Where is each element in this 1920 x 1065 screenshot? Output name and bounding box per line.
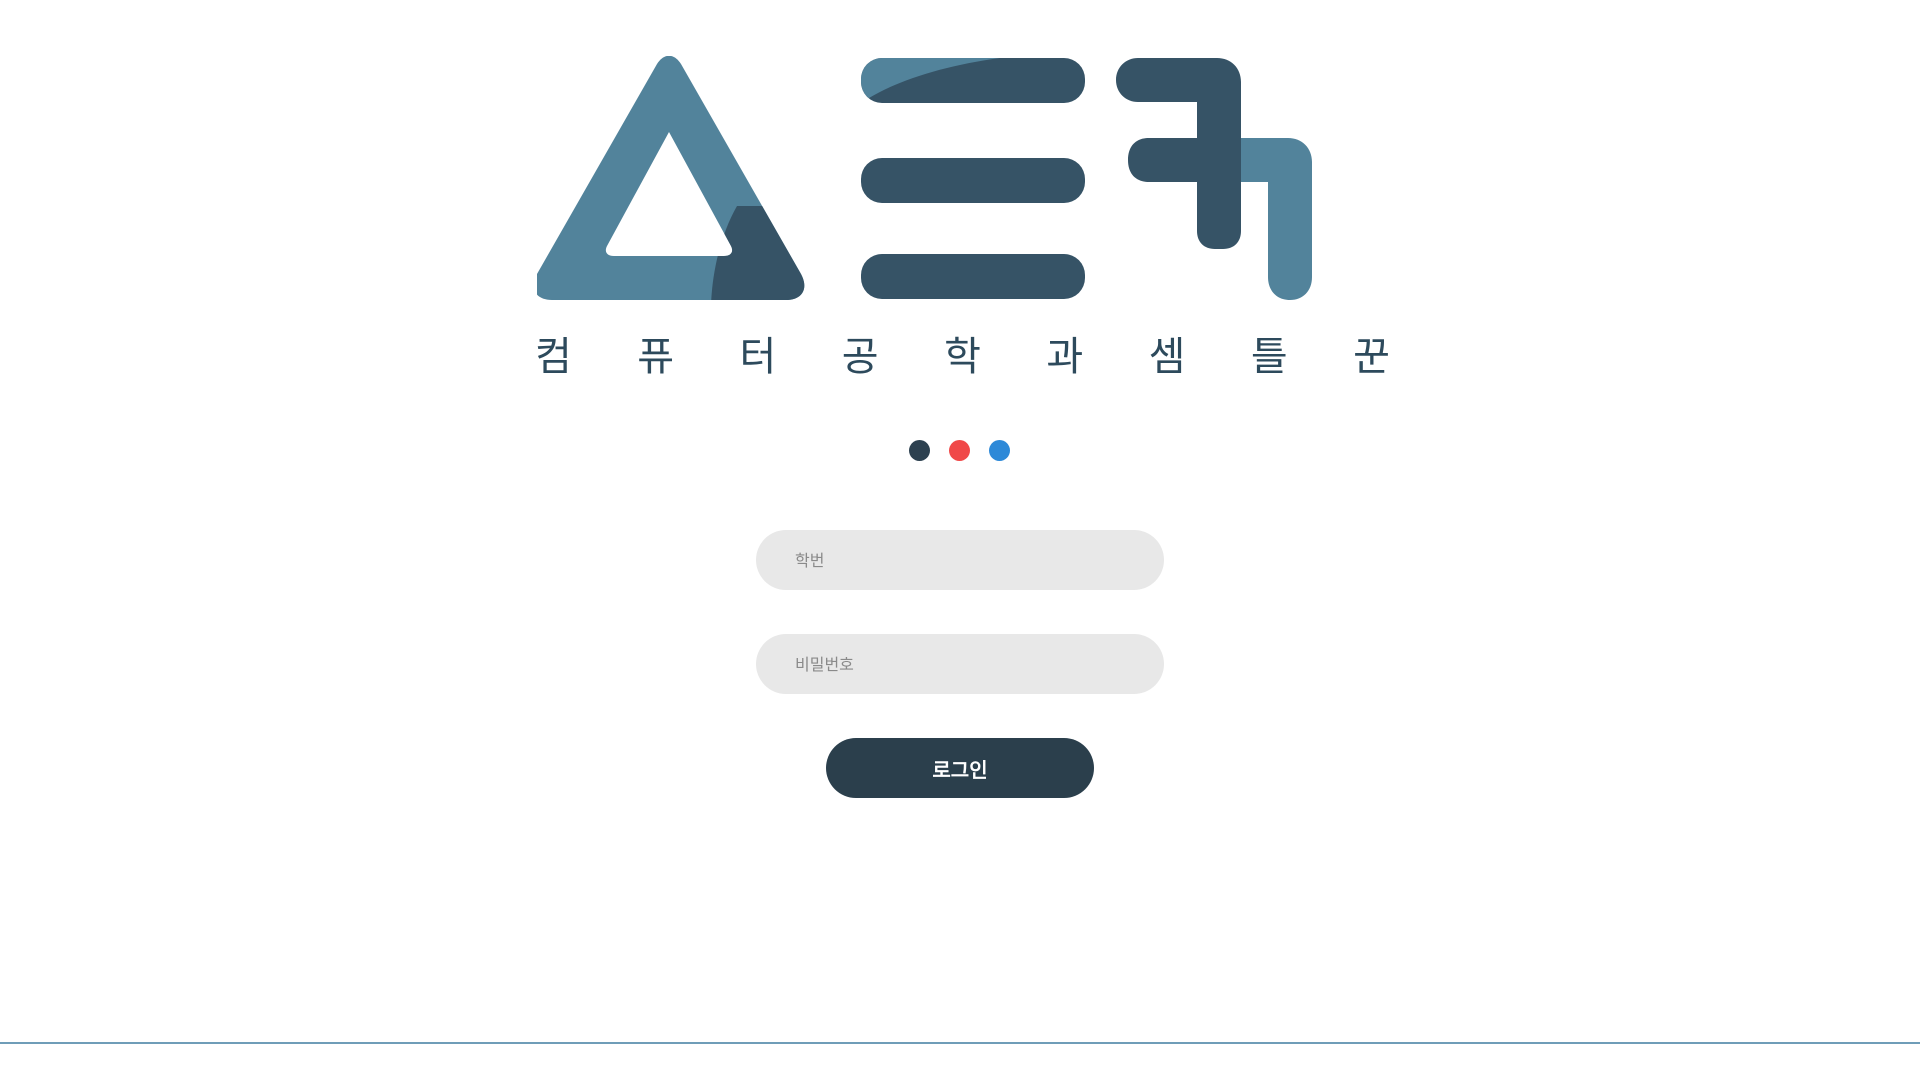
password-input[interactable] [756, 634, 1164, 694]
logo-bar-middle [861, 158, 1085, 203]
login-form [756, 530, 1164, 694]
tagline-char: 과 [1046, 334, 1084, 380]
logo-triangle-shade [711, 206, 805, 300]
tagline-char: 터 [739, 334, 777, 380]
tagline-char: 틀 [1250, 334, 1288, 380]
tagline-char: 컴 [535, 334, 572, 380]
blue-dot [989, 440, 1010, 461]
student-id-input[interactable] [756, 530, 1164, 590]
logo-bar-bottom [861, 254, 1085, 299]
tagline-char: 셈 [1148, 334, 1186, 380]
tagline-char: 꾼 [1353, 334, 1390, 380]
logo-k-shape [1116, 58, 1312, 300]
tagline: 컴 퓨 터 공 학 과 셈 틀 꾼 [535, 330, 1390, 384]
login-page: 컴 퓨 터 공 학 과 셈 틀 꾼 로그인 [0, 0, 1920, 1065]
logo-k-dark [1116, 58, 1241, 249]
bottom-divider [0, 1042, 1920, 1044]
dot-indicators [909, 440, 1010, 461]
logo-triangle [537, 56, 805, 300]
logo [537, 56, 1312, 300]
tagline-char: 학 [944, 334, 981, 380]
tagline-char: 공 [841, 334, 879, 380]
red-dot [949, 440, 970, 461]
dark-dot [909, 440, 930, 461]
tagline-char: 퓨 [637, 334, 675, 380]
logo-bars [861, 58, 1085, 299]
login-button[interactable]: 로그인 [826, 738, 1094, 798]
